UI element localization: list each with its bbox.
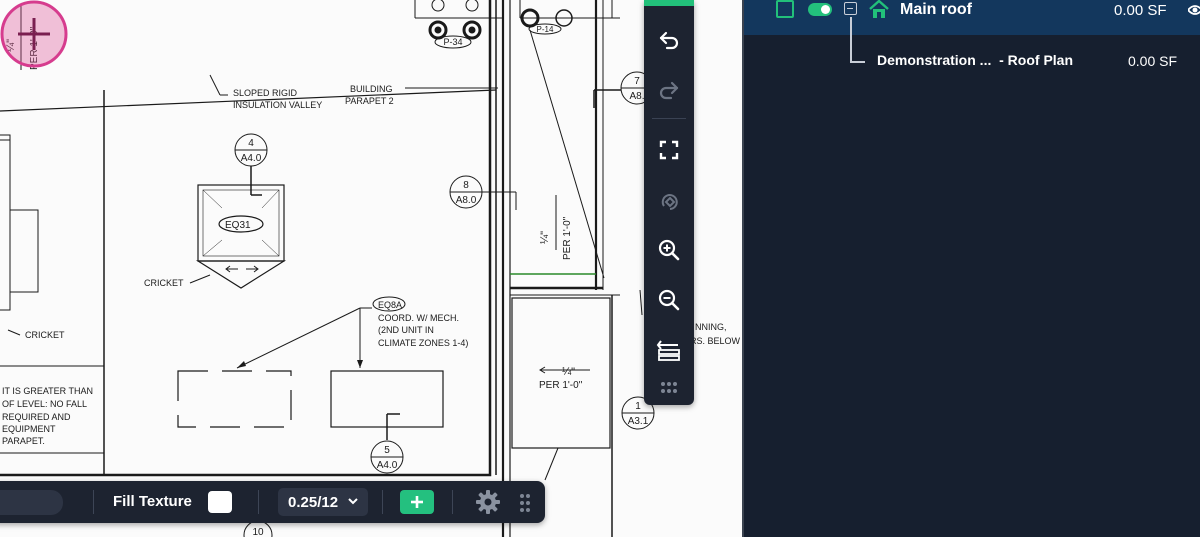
crosshair-cursor-icon: [0, 0, 68, 68]
callout-number: 1: [635, 401, 641, 412]
zoom-out-icon: [658, 289, 680, 311]
eye-icon[interactable]: [1188, 2, 1200, 18]
note-eq8a: COORD. W/ MECH.: [378, 313, 459, 323]
callout-sheet: A4.0: [241, 153, 262, 164]
slope-label: PER 1'-0": [539, 380, 583, 391]
fill-color-swatch[interactable]: [208, 491, 232, 513]
drawing-canvas[interactable]: 4 A4.0 8 A8.0 7 A8. 5 A4.0 1 A3.1 10 P-3…: [0, 0, 742, 537]
fit-screen-button[interactable]: [653, 134, 685, 166]
callout-sheet: A8.: [629, 91, 644, 102]
callout-number: 4: [248, 138, 254, 149]
callout-number: 5: [384, 445, 390, 456]
drag-handle-icon: [661, 382, 677, 393]
slope-label: ¼": [562, 366, 575, 378]
note-level: REQUIRED AND: [2, 412, 71, 422]
plumbing-tag: P-14: [537, 25, 554, 34]
scale-value: 0.25/12: [288, 493, 339, 511]
note-eq8a: CLIMATE ZONES 1-4): [378, 338, 468, 348]
collapse-icon[interactable]: [844, 2, 857, 15]
plus-icon: [411, 496, 423, 508]
note-right: RS. BELOW: [690, 336, 741, 346]
gear-icon[interactable]: [475, 489, 501, 515]
note-cricket: CRICKET: [25, 330, 65, 340]
note-eq8a: (2ND UNIT IN: [378, 325, 434, 335]
child-layer-name[interactable]: Demonstration ... - Roof Plan: [877, 52, 1073, 68]
layer-area: 0.00 SF: [1114, 2, 1167, 19]
callout-number: 10: [252, 527, 264, 537]
layer-toggle[interactable]: [808, 3, 832, 16]
toolbar-divider: [258, 490, 259, 514]
note-right: NNING,: [695, 322, 727, 332]
toggle-knob: [821, 5, 830, 14]
toolbar-accent: [644, 0, 694, 6]
zoom-in-icon: [658, 239, 680, 261]
fill-texture-label: Fill Texture: [113, 493, 192, 510]
properties-toolbar: Fill Texture 0.25/12: [0, 481, 545, 523]
layer-checkbox[interactable]: [776, 0, 794, 18]
note-building-parapet: PARAPET 2: [345, 96, 394, 106]
note-level: PARAPET.: [2, 436, 45, 446]
slope-label: PER 1'-0": [562, 216, 573, 260]
layer-name: Main roof: [900, 1, 972, 18]
callout-sheet: A8.0: [456, 195, 477, 206]
child-layer-area: 0.00 SF: [1128, 53, 1178, 69]
note-cricket: CRICKET: [144, 278, 184, 288]
note-sloped-insulation: SLOPED RIGID: [233, 88, 298, 98]
chevron-down-icon: [348, 498, 358, 505]
view-toolbar: [644, 0, 694, 405]
note-sloped-insulation: INSULATION VALLEY: [233, 100, 322, 110]
callout-number: 7: [634, 76, 640, 87]
callout-sheet: A3.1: [628, 416, 649, 427]
redo-button[interactable]: [653, 74, 685, 106]
toolbar-divider: [652, 118, 686, 119]
note-level: EQUIPMENT: [2, 424, 56, 434]
color-pill[interactable]: [0, 490, 63, 515]
zoom-in-button[interactable]: [653, 234, 685, 266]
layers-button[interactable]: [653, 334, 685, 366]
toolbar-divider: [382, 490, 383, 514]
fit-screen-icon: [659, 140, 679, 160]
note-level: IT IS GREATER THAN: [2, 386, 93, 396]
roof-plan-drawing: 4 A4.0 8 A8.0 7 A8. 5 A4.0 1 A3.1 10 P-3…: [0, 0, 741, 537]
callout-sheet: A4.0: [377, 460, 398, 471]
toolbar-drag-handle[interactable]: [653, 376, 685, 400]
plumbing-tag: P-34: [443, 37, 462, 47]
equipment-tag: EQ31: [225, 220, 251, 231]
toolbar-divider: [452, 490, 453, 514]
slope-label: ¼": [539, 231, 551, 244]
layers-icon: [656, 340, 680, 361]
layer-row-main-roof[interactable]: Main roof 0.00 SF: [744, 0, 1200, 35]
house-icon: [869, 0, 889, 18]
drag-handle-icon[interactable]: [519, 493, 531, 513]
note-eq8a: EQ8A: [378, 300, 402, 310]
note-building-parapet: BUILDING: [350, 84, 393, 94]
scale-select[interactable]: 0.25/12: [278, 488, 368, 516]
rotate-button[interactable]: [653, 185, 685, 217]
add-button[interactable]: [400, 490, 434, 514]
layers-panel: Main roof 0.00 SF Demonstration ... - Ro…: [744, 0, 1200, 537]
undo-icon: [659, 31, 679, 50]
note-level: OF LEVEL: NO FALL: [2, 399, 87, 409]
undo-button[interactable]: [653, 24, 685, 56]
toolbar-divider: [93, 490, 94, 514]
redo-icon: [659, 81, 679, 100]
callout-number: 8: [463, 180, 469, 191]
zoom-out-button[interactable]: [653, 284, 685, 316]
tree-connector: [850, 17, 852, 62]
rotate-icon: [661, 194, 678, 210]
tree-connector: [850, 61, 865, 63]
